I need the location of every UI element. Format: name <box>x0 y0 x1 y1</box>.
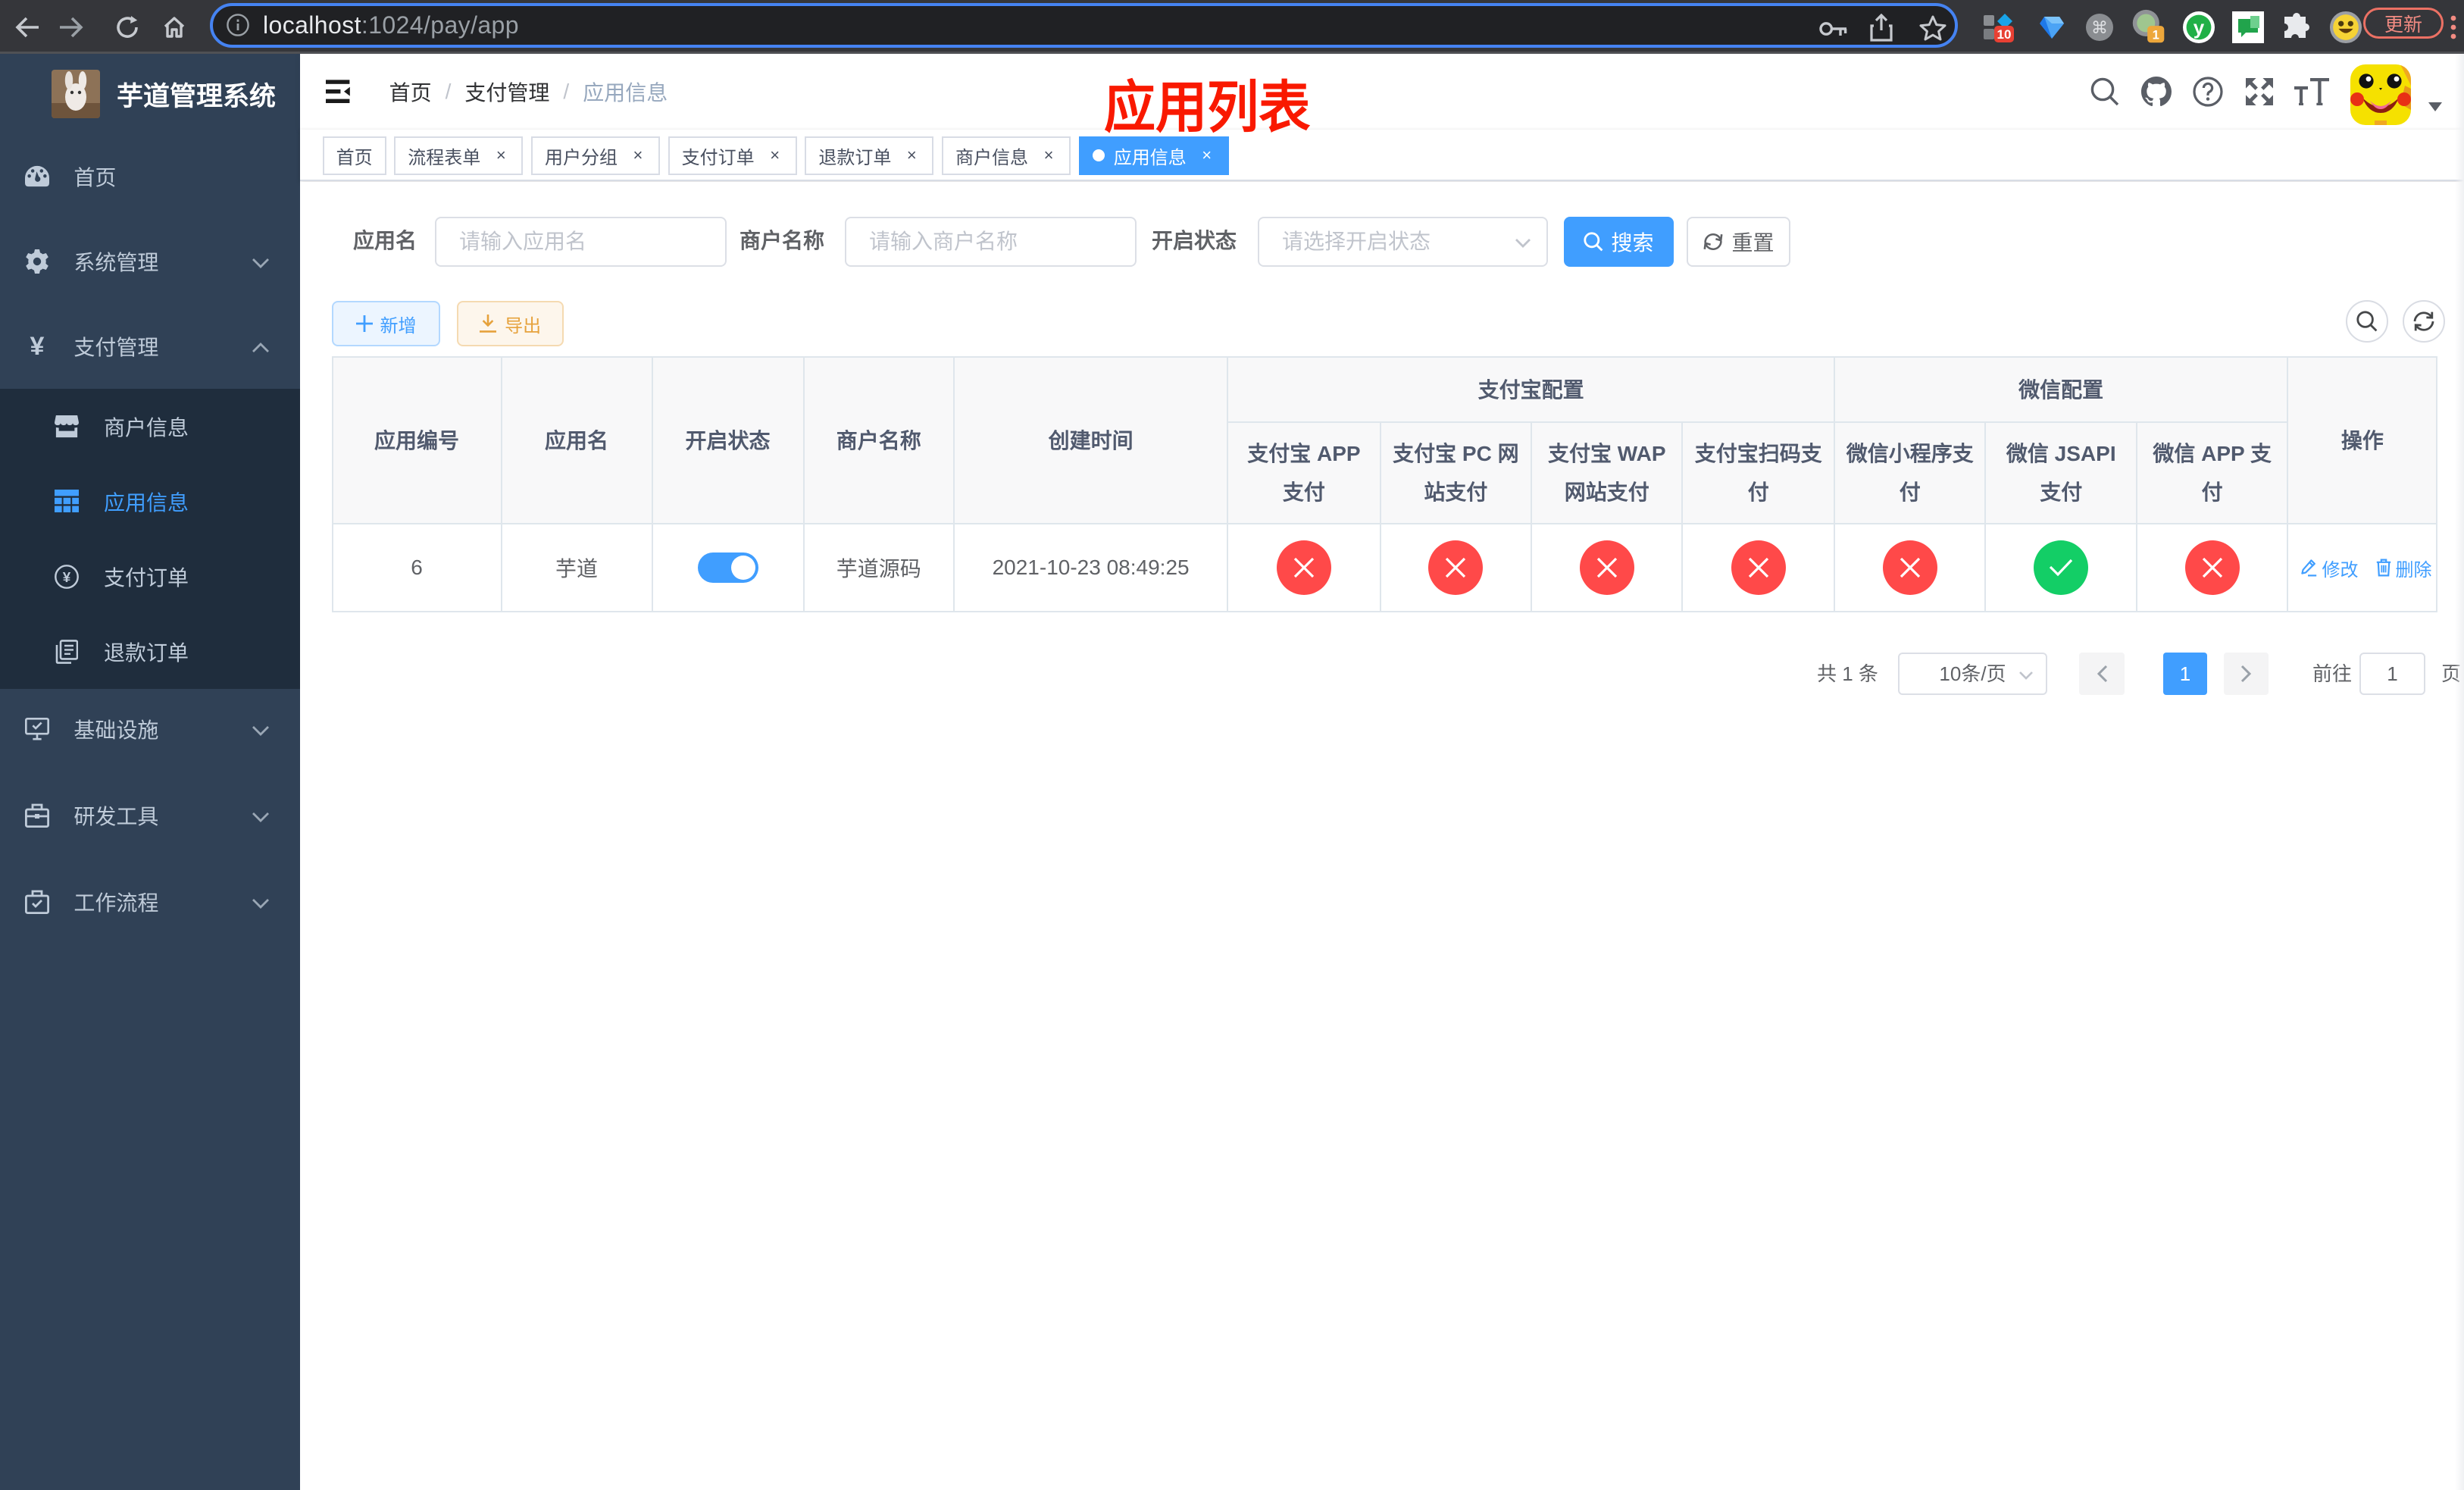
svg-text:¥: ¥ <box>63 568 71 584</box>
svg-text:10: 10 <box>1997 27 2012 42</box>
svg-text:y: y <box>2194 16 2205 39</box>
svg-text:1: 1 <box>2153 27 2159 42</box>
svg-text:⌘: ⌘ <box>2091 17 2108 36</box>
